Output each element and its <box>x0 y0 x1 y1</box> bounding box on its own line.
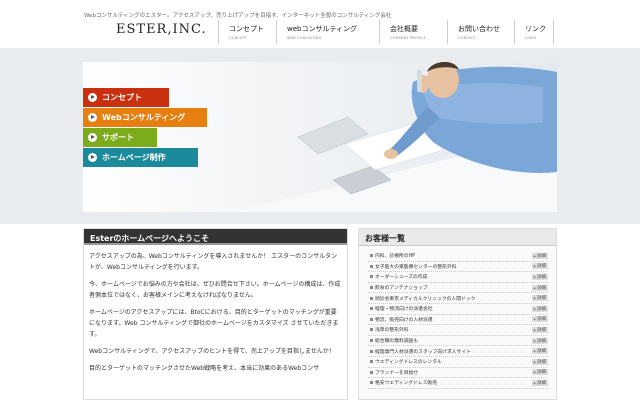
detail-button[interactable]: 詳細 <box>531 358 548 365</box>
list-item[interactable]: 格安ウエディングドレス販売 詳細 <box>368 378 548 389</box>
client-list-title: お客様一覧 <box>359 229 556 246</box>
list-item[interactable]: ウエディングドレスのレンタル 詳細 <box>368 357 548 368</box>
hero-menu-label: コンセプト <box>102 93 142 102</box>
nav-sublabel: LINKS <box>525 36 537 40</box>
nav-item-concept[interactable]: コンセプト CONCEPT <box>218 20 276 44</box>
client-name[interactable]: 格安ウエディングドレス販売 <box>368 379 437 386</box>
list-item[interactable]: 物流、販売向けの人材派遣 詳細 <box>368 315 548 326</box>
welcome-body: アクセスアップの為、Webコンサルティングを導入されませんか！ エスターのコンサ… <box>84 245 347 386</box>
client-name[interactable]: 物流、販売向けの人材派遣 <box>368 316 433 323</box>
hero-menu-web-consulting[interactable]: Webコンサルティング <box>83 108 207 127</box>
client-name[interactable]: ウエディングドレスのレンタル <box>368 358 442 365</box>
detail-button[interactable]: 詳細 <box>531 305 548 312</box>
welcome-paragraph: 今、ホームページでお悩みの方や会社は、ぜひお問合せ下さい。ホームページの構成は、… <box>89 281 341 299</box>
hero-menu-concept[interactable]: コンセプト <box>83 88 169 107</box>
welcome-paragraph: 目的とターゲットのマッチングさせたWeb戦略を考え、本当に効果のあるWebコンサ <box>89 365 320 372</box>
list-item[interactable]: 顔診会東京メディカルクリニックの人間ドック 詳細 <box>368 293 548 304</box>
client-name[interactable]: 総合職の無料調査も <box>368 337 418 344</box>
hero-menu-label: サポート <box>102 133 134 142</box>
client-name[interactable]: プランナーを目指せ <box>368 369 418 376</box>
client-name[interactable]: 経理専門人材派遣のスタッフ向け求人サイト <box>368 348 471 355</box>
list-item[interactable]: 浅草の整形外科 詳細 <box>368 325 548 336</box>
nav-item-web-consulting[interactable]: webコンサルティング WEB CONSULTING <box>276 20 379 44</box>
client-name[interactable]: 女子医大の東医療センターの整形外科 <box>368 263 457 270</box>
list-item[interactable]: 総合職の無料調査も 詳細 <box>368 336 548 347</box>
hero-menu-homepage[interactable]: ホームページ制作 <box>83 148 198 167</box>
welcome-paragraph: アクセスアップの為、Webコンサルティングを導入されませんか！ エスターのコンサ… <box>89 253 338 271</box>
welcome-paragraph: ホームページのアクセスアップには、BtoCにおける、目的とターゲットのマッチング… <box>89 309 339 338</box>
detail-button[interactable]: 詳細 <box>531 326 548 333</box>
nav-sublabel: COMPANY PROFILE <box>390 36 426 40</box>
welcome-title: Esterのホームページへようこそ <box>84 229 347 245</box>
detail-button[interactable]: 詳細 <box>531 284 548 291</box>
hero-menu-support[interactable]: サポート <box>83 128 157 147</box>
arrow-right-icon <box>88 113 97 122</box>
detail-button[interactable]: 詳細 <box>531 316 548 323</box>
welcome-paragraph: Webコンサルティングで、アクセスアップのヒントを得て、売上アップを目指しません… <box>89 348 335 355</box>
detail-button[interactable]: 詳細 <box>531 379 548 386</box>
nav-sublabel: CONCEPT <box>229 36 248 40</box>
list-item[interactable]: オーダーシューズの作成 詳細 <box>368 272 548 283</box>
client-name[interactable]: オーダーシューズの作成 <box>368 273 427 280</box>
detail-button[interactable]: 詳細 <box>531 348 548 355</box>
client-list-section: お客様一覧 内科、診療所のHP詳細女子医大の東医療センターの整形外科詳細オーダー… <box>358 228 557 400</box>
site-header: Webコンサルティングのエスター。アクセスアップ、売り上げアップを目指す、インタ… <box>0 0 640 48</box>
detail-button[interactable]: 詳細 <box>531 273 548 280</box>
client-name[interactable]: 浅草の整形外科 <box>368 326 409 333</box>
list-item[interactable]: 飲食のアンテナショップ 詳細 <box>368 283 548 294</box>
list-item[interactable]: プランナーを目指せ 詳細 <box>368 368 548 379</box>
detail-button[interactable]: 詳細 <box>531 369 548 376</box>
nav-label: 会社概要 <box>390 25 418 33</box>
list-item[interactable]: 内科、診療所のHP 詳細 <box>368 251 548 262</box>
arrow-right-icon <box>88 133 97 142</box>
nav-item-links[interactable]: リンク LINKS <box>514 20 554 44</box>
nav-item-contact[interactable]: お問い合わせ CONTACT <box>447 20 514 44</box>
client-name[interactable]: 内科、診療所のHP <box>368 252 415 259</box>
global-nav: コンセプト CONCEPT webコンサルティング WEB CONSULTING… <box>218 20 554 44</box>
site-logo[interactable]: ESTER,INC. <box>116 22 207 37</box>
hero-menu-label: Webコンサルティング <box>102 113 186 122</box>
client-name[interactable]: 顔診会東京メディカルクリニックの人間ドック <box>368 295 475 302</box>
detail-button[interactable]: 詳細 <box>531 337 548 344</box>
arrow-right-icon <box>88 153 97 162</box>
client-name[interactable]: 飲食のアンテナショップ <box>368 284 428 291</box>
list-item[interactable]: 経理専門人材派遣のスタッフ向け求人サイト 詳細 <box>368 346 548 357</box>
list-item[interactable]: 女子医大の東医療センターの整形外科 詳細 <box>368 262 548 273</box>
site-tagline: Webコンサルティングのエスター。アクセスアップ、売り上げアップを目指す、インタ… <box>84 13 392 19</box>
detail-button[interactable]: 詳細 <box>531 263 548 270</box>
arrow-right-icon <box>88 93 97 102</box>
detail-button[interactable]: 詳細 <box>531 295 548 302</box>
detail-button[interactable]: 詳細 <box>531 252 548 259</box>
client-name[interactable]: 経理・物流向けの派遣会社 <box>368 305 433 312</box>
nav-sublabel: CONTACT <box>458 36 476 40</box>
client-list: 内科、診療所のHP詳細女子医大の東医療センターの整形外科詳細オーダーシューズの作… <box>368 251 548 389</box>
nav-item-company[interactable]: 会社概要 COMPANY PROFILE <box>379 20 447 44</box>
hero-menu-label: ホームページ制作 <box>102 153 166 162</box>
nav-label: コンセプト <box>229 25 264 33</box>
nav-sublabel: WEB CONSULTING <box>287 36 322 40</box>
nav-label: リンク <box>525 25 546 33</box>
nav-label: お問い合わせ <box>458 25 500 33</box>
list-item[interactable]: 経理・物流向けの派遣会社 詳細 <box>368 304 548 315</box>
nav-label: webコンサルティング <box>287 25 358 33</box>
welcome-section: Esterのホームページへようこそ アクセスアップの為、Webコンサルティングを… <box>83 228 348 400</box>
